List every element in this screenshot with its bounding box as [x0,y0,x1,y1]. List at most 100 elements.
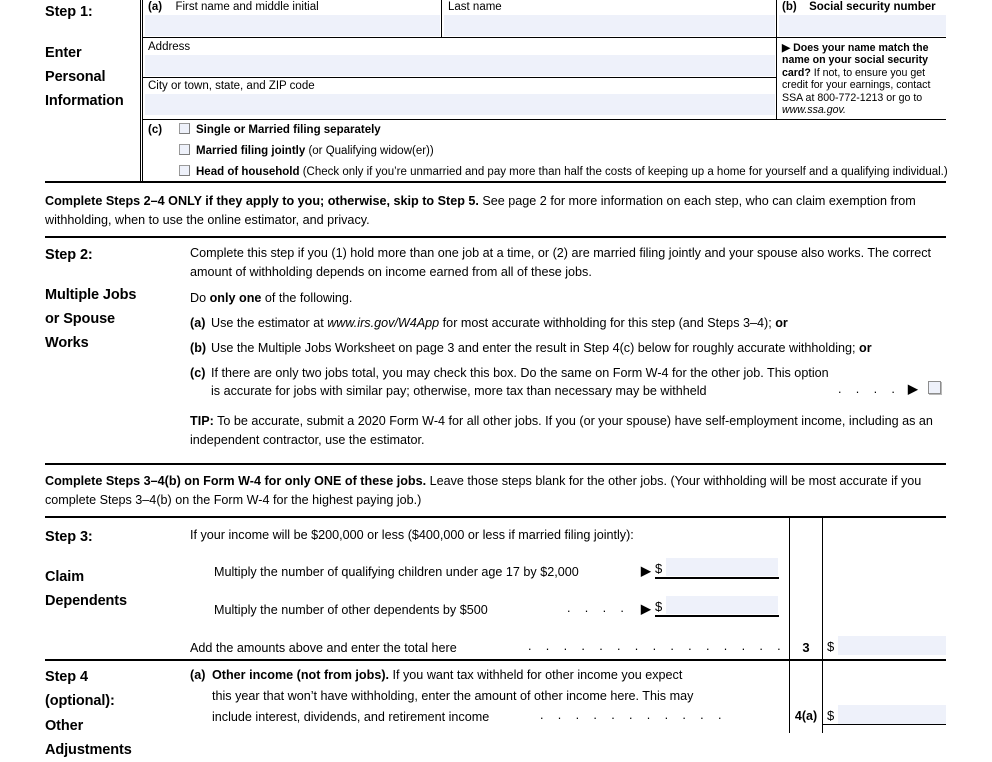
step1-label-line4: Information [45,93,124,109]
step3-row2-text: Multiply the number of other dependents … [214,603,488,617]
ssa-name-match-note: ▶ Does your name match the name on your … [782,42,946,116]
step2-label-line4: Works [45,335,89,351]
step2-option-a-marker: (a) [190,316,206,330]
step4-option-a-line1: Other income (not from jobs). If you wan… [212,666,682,685]
step3-row1-text: Multiply the number of qualifying childr… [214,565,579,579]
checkbox-single-or-married-separately[interactable] [179,123,190,134]
address-input[interactable] [145,55,775,76]
filing-status-option-1: Married filing jointly (or Qualifying wi… [196,145,434,158]
step4-label-line3: Other [45,718,84,734]
step3-row1-underline [655,577,779,579]
banner2-bold: Complete Steps 3–4(b) on Form W-4 for on… [45,474,427,488]
step3-label-line3: Dependents [45,593,127,609]
banner1-bottom-rule [45,236,946,238]
step1-field-c-marker: (c) [148,124,163,136]
ssa-note-arrow: ▶ [782,42,791,54]
step4-option-a-rest: If you want tax withheld for other incom… [389,668,683,682]
complete-steps-3-4b-banner: Complete Steps 3–4(b) on Form W-4 for on… [45,472,948,509]
step2-label-line2: Multiple Jobs [45,287,137,303]
step2-intro: Complete this step if you (1) hold more … [190,246,932,279]
step2-option-a: Use the estimator at www.irs.gov/W4App f… [211,316,788,330]
row1-bottom-rule [143,37,946,38]
city-state-zip-input[interactable] [145,94,775,115]
step3-qualifying-children-amount-input[interactable] [666,558,778,576]
row3-bottom-rule [143,119,946,120]
step2-tip: TIP: To be accurate, submit a 2020 Form … [190,412,948,449]
step3-bottom-rule [45,659,946,661]
step1-label: Step 1: Enter Personal Information [45,0,145,113]
checkbox-married-filing-jointly[interactable] [179,144,190,155]
city-state-zip-caption: City or town, state, and ZIP code [148,80,315,92]
banner2-bottom-rule [45,516,946,518]
irs-estimator-link[interactable]: www.irs.gov/W4App [327,316,439,330]
step3-label: Step 3: Claim Dependents [45,525,195,613]
address-caption: Address [148,41,191,53]
row2-bottom-rule [143,77,776,78]
step2-do-only-one: Do only one of the following. [190,291,353,305]
step3-total-text: Add the amounts above and enter the tota… [190,641,457,655]
filing-status-option-2-note: (Check only if you’re unmarried and pay … [299,166,948,178]
line-number-column-left-rule [789,518,790,733]
step2-option-c-line1: If there are only two jobs total, you ma… [211,366,829,380]
step3-total-dollar-sign: $ [827,639,835,654]
step2-label: Step 2: Multiple Jobs or Spouse Works [45,243,185,355]
step2-option-b: Use the Multiple Jobs Worksheet on page … [211,341,872,355]
step4-option-a-line3: include interest, dividends, and retirem… [212,710,490,724]
step3-intro: If your income will be $200,000 or less … [190,528,634,542]
step2-tip-label: TIP: [190,414,214,428]
step3-row2-leader: . . . . [567,601,630,615]
w4-form-page: Step 1: Enter Personal Information (a) F… [0,0,992,758]
step3-other-dependents-amount-input[interactable] [666,596,778,614]
step3-row2-dollar-sign: $ [655,599,663,614]
step4-label-line2: (optional): [45,693,115,709]
filing-status-option-2: Head of household (Check only if you’re … [196,166,948,179]
filing-status-option-0-label: Single or Married filing separately [196,124,381,136]
step2-bottom-rule [45,463,946,465]
step4-option-a-leader: . . . . . . . . . . . [540,708,727,722]
complete-steps-2-4-banner: Complete Steps 2–4 ONLY if they apply to… [45,192,948,229]
last-name-caption: Last name [448,1,502,13]
step3-total-amount-input[interactable] [838,636,946,655]
ssa-note-left-divider [776,38,777,119]
checkbox-head-of-household[interactable] [179,165,190,176]
step3-row2-arrow: ▶ [641,602,651,616]
step3-row1-dollar-sign: $ [655,561,663,576]
step1-field-a-marker: (a) First name and middle initial [148,1,319,13]
step3-line-number: 3 [802,640,810,655]
step4-option-a-label: Other income (not from jobs). [212,668,390,682]
step2-option-c-leader: . . . . . [838,382,919,396]
step3-label-line1: Step 3: [45,529,93,545]
step3-total-leader: . . . . . . . . . . . . . . . [528,639,787,653]
step1-label-line3: Personal [45,69,106,85]
step4a-amount-input[interactable] [838,705,946,724]
step1-left-divider-2 [142,0,143,181]
step3-label-line2: Claim [45,569,84,585]
step1-label-line2: Enter [45,45,82,61]
step1-left-divider [140,0,141,181]
step4-label-line4: Adjustments [45,742,132,758]
filing-status-option-1-label: Married filing jointly [196,145,306,157]
first-name-input[interactable] [145,15,440,36]
step2-option-c-arrow: ▶ [908,382,918,396]
step4a-bottom-rule [822,724,946,725]
ssa-note-link[interactable]: www.ssa.gov. [782,104,846,116]
step1-field-b-marker: (b) Social security number [782,1,936,13]
step1-label-line1: Step 1: [45,4,93,20]
name-column-divider [441,0,442,37]
step2-label-line1: Step 2: [45,247,93,263]
ssn-column-divider [776,0,777,37]
step2-label-line3: or Spouse [45,311,115,327]
step4a-line-number: 4(a) [794,709,818,723]
filing-status-option-1-note: (or Qualifying widow(er)) [305,145,434,157]
step2-option-c-marker: (c) [190,366,206,380]
step2-tip-text: To be accurate, submit a 2020 Form W-4 f… [190,414,933,447]
step1-field-a-caption: First name and middle initial [175,1,319,13]
ssn-input[interactable] [779,15,946,36]
last-name-input[interactable] [444,15,775,36]
step1-field-b-caption: Social security number [809,1,936,13]
filing-status-option-2-label: Head of household [196,166,300,178]
step2-option-c-line2: is accurate for jobs with similar pay; o… [211,384,707,398]
step4-label: Step 4 (optional): Other Adjustments [45,665,195,762]
step2-option-b-marker: (b) [190,341,207,355]
checkbox-two-jobs-total[interactable] [928,381,941,394]
